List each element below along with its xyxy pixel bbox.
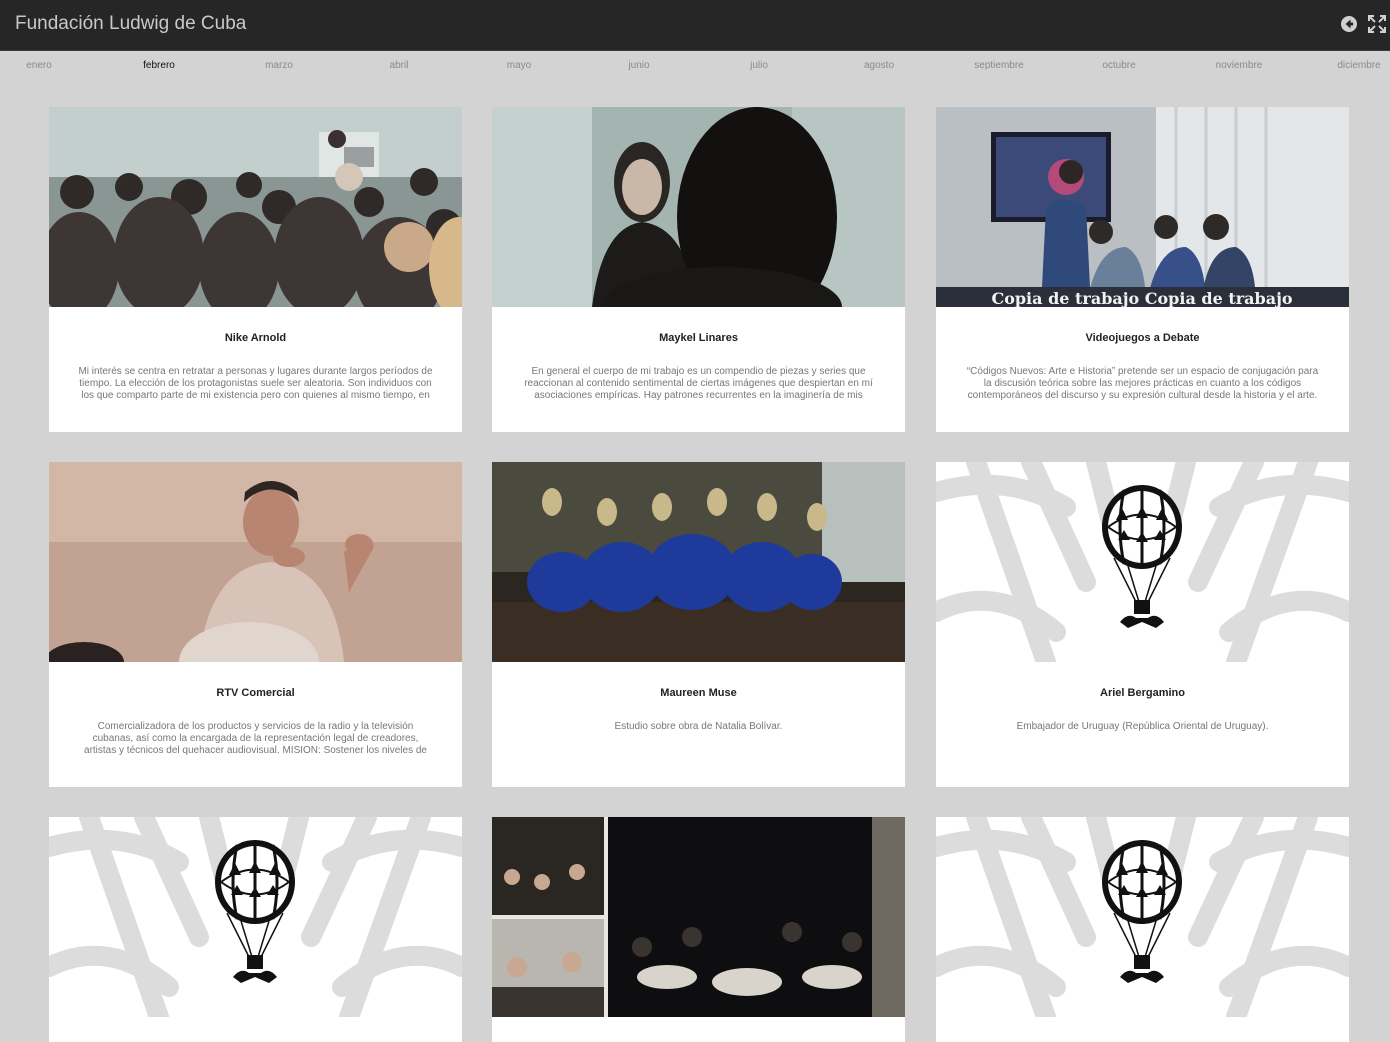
fullscreen-icon[interactable] (1368, 15, 1386, 33)
card-description: En general el cuerpo de mi trabajo es un… (524, 366, 873, 401)
card-title: RTV Comercial (216, 687, 295, 699)
month-septiembre[interactable]: septiembre (959, 60, 1039, 71)
reception-collage-photo (492, 817, 905, 1017)
balloon-logo (49, 817, 462, 1017)
image-caption: Copia de trabajo Copia de trabajo (991, 289, 1292, 307)
dancers-photo (492, 462, 905, 662)
month-mayo[interactable]: mayo (479, 60, 559, 71)
man-speaking-photo (49, 462, 462, 662)
month-marzo[interactable]: marzo (239, 60, 319, 71)
month-octubre[interactable]: octubre (1079, 60, 1159, 71)
top-bar: Fundación Ludwig de Cuba (0, 0, 1390, 51)
month-navigation: enero febrero marzo abril mayo junio jul… (0, 52, 1390, 80)
month-enero[interactable]: enero (0, 60, 79, 71)
card-videojuegos-a-debate[interactable]: Copia de trabajo Copia de trabajo Videoj… (936, 107, 1349, 432)
card-title: Nike Arnold (224, 332, 287, 344)
card-balloon-1[interactable] (49, 817, 462, 1042)
month-noviembre[interactable]: noviembre (1199, 60, 1279, 71)
balloon-logo (936, 817, 1349, 1017)
month-julio[interactable]: julio (719, 60, 799, 71)
card-description: Mi interés se centra en retratar a perso… (78, 366, 433, 401)
card-title: Ariel Bergamino (1100, 687, 1185, 699)
back-arrow-icon[interactable] (1340, 15, 1358, 33)
card-nike-arnold[interactable]: Nike Arnold Mi interés se centra en retr… (49, 107, 462, 432)
month-abril[interactable]: abril (359, 60, 439, 71)
card-maykel-linares[interactable]: Maykel Linares En general el cuerpo de m… (492, 107, 905, 432)
card-rtv-comercial[interactable]: RTV Comercial Comercializadora de los pr… (49, 462, 462, 787)
woman-speaking-photo (492, 107, 905, 307)
month-agosto[interactable]: agosto (839, 60, 919, 71)
site-title: Fundación Ludwig de Cuba (15, 13, 247, 34)
card-title: Videojuegos a Debate (1085, 332, 1200, 344)
card-maureen-muse[interactable]: Maureen Muse Estudio sobre obra de Natal… (492, 462, 905, 787)
card-description: Comercializadora de los productos y serv… (84, 721, 427, 756)
card-reception[interactable] (492, 817, 905, 1042)
card-title: Maureen Muse (660, 687, 737, 699)
debate-photo: Copia de trabajo Copia de trabajo (936, 107, 1349, 307)
month-junio[interactable]: junio (599, 60, 679, 71)
card-ariel-bergamino[interactable]: Ariel Bergamino Embajador de Uruguay (Re… (936, 462, 1349, 787)
card-description: Estudio sobre obra de Natalia Bolívar. (614, 721, 783, 732)
month-diciembre[interactable]: diciembre (1319, 60, 1390, 71)
card-description: “Códigos Nuevos: Arte e Historia” preten… (966, 366, 1319, 401)
balloon-logo (936, 462, 1349, 662)
card-description: Embajador de Uruguay (República Oriental… (1016, 721, 1269, 732)
month-febrero[interactable]: febrero (119, 60, 199, 71)
card-title: Maykel Linares (659, 332, 738, 344)
audience-photo (49, 107, 462, 307)
card-balloon-2[interactable] (936, 817, 1349, 1042)
